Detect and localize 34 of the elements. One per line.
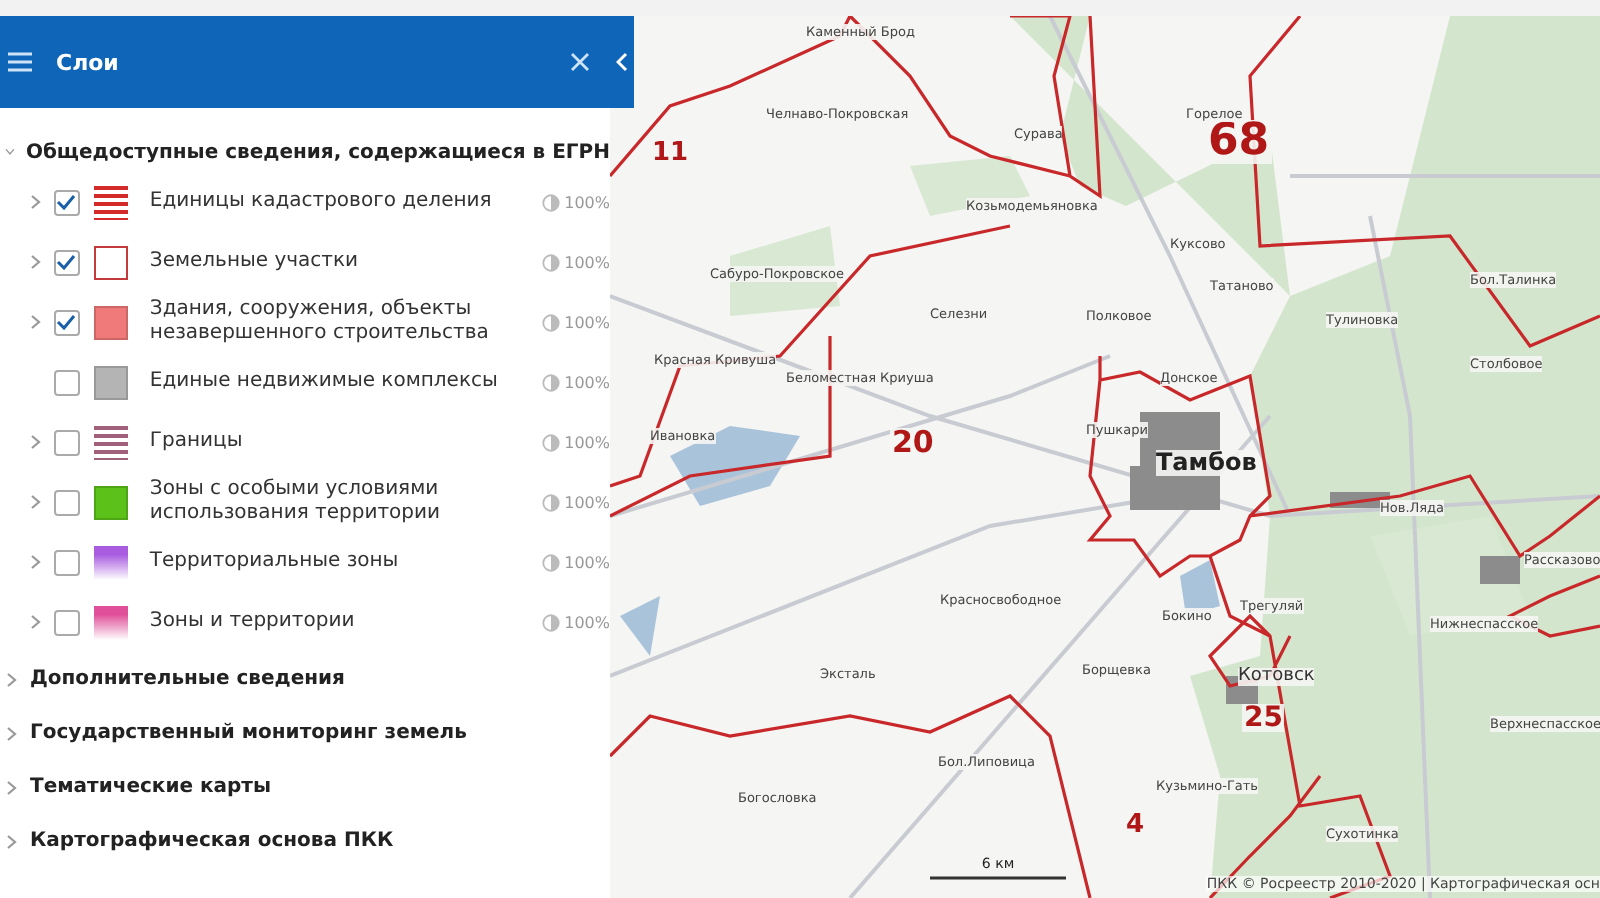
district-number: 25 [1242, 704, 1285, 732]
section-title: Общедоступные сведения, содержащиеся в ЕГРН [25, 141, 610, 163]
layer-name: Территориальные зоны [149, 550, 401, 574]
opacity-value: 100% [564, 253, 610, 271]
layer-name: Зоны и территории [149, 610, 357, 634]
opacity-value: 100% [564, 193, 610, 211]
layer-name: Единые недвижимые комплексы [149, 370, 500, 394]
layer-name: Единицы кадастрового деления [149, 190, 494, 214]
section-header[interactable]: Общедоступные сведения, содержащиеся в ЕГРН [0, 132, 610, 172]
section-header[interactable]: Государственный мониторинг земель [0, 706, 610, 760]
section-title: Тематические карты [30, 776, 271, 798]
layer-name: Зоны с особыми условиями использования территории [149, 478, 442, 526]
opacity-value: 100% [564, 613, 610, 631]
opacity-value: 100% [564, 373, 610, 391]
opacity-value: 100% [564, 493, 610, 511]
layer-name: Здания, сооружения, объекты незавершенного строительства [149, 298, 491, 346]
section-title: Государственный мониторинг земель [30, 722, 467, 744]
layer-name: Границы [149, 430, 245, 454]
section-title: Картографическая основа ПКК [30, 830, 394, 852]
opacity-value: 100% [564, 553, 610, 571]
layer-name: Земельные участки [149, 250, 361, 274]
town-label: Котовск [1238, 668, 1315, 686]
district-number: 11 [650, 140, 691, 166]
opacity-value: 100% [564, 433, 610, 451]
section-header[interactable]: Картографическая основа ПКК [0, 814, 610, 868]
district-number: 68 [1206, 120, 1272, 164]
district-number: 20 [890, 428, 936, 458]
section-title: Дополнительные сведения [30, 668, 345, 690]
section-header[interactable]: Дополнительные сведения [0, 652, 610, 706]
city-label: Тамбов [1156, 450, 1257, 477]
opacity-value: 100% [564, 313, 610, 331]
section-header[interactable]: Тематические карты [0, 760, 610, 814]
district-number: 4 [1124, 812, 1147, 838]
panel-title: Слои [56, 49, 121, 75]
